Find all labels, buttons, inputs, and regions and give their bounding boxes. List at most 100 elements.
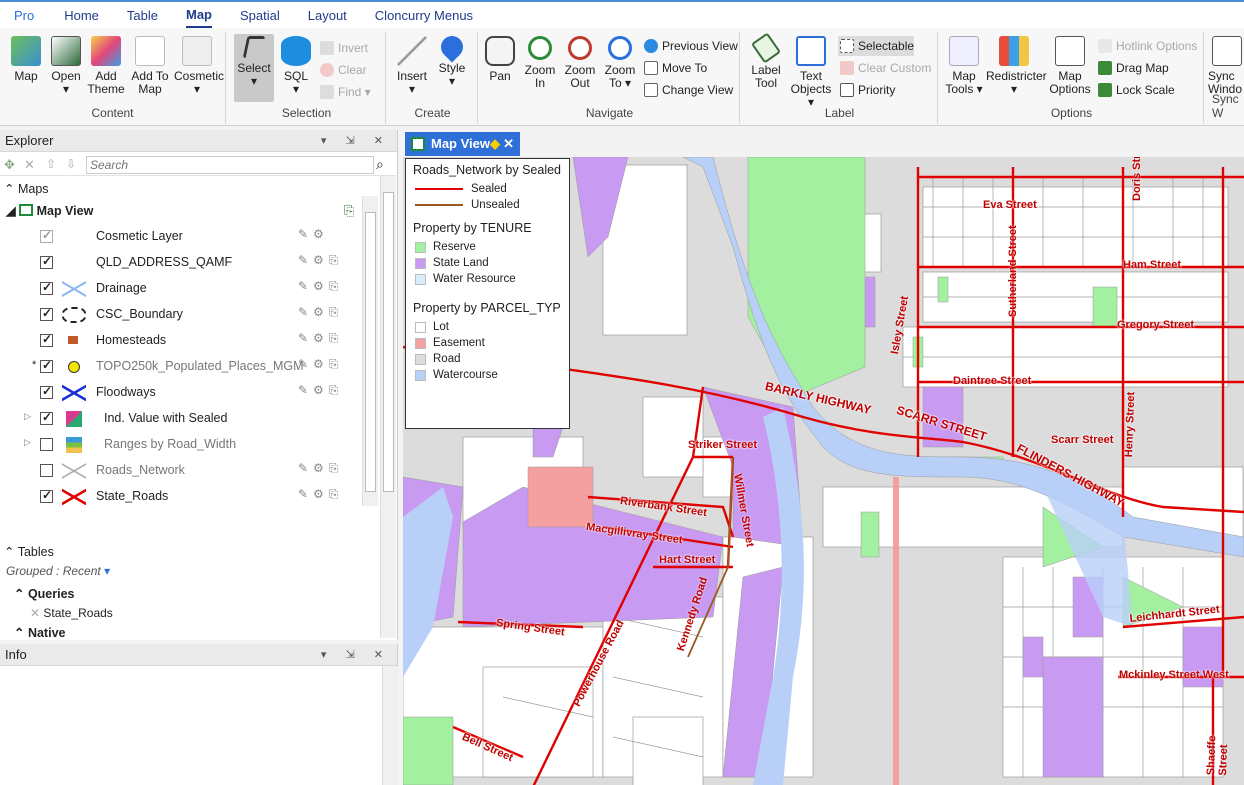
layer-name: State_Roads <box>96 489 169 503</box>
layer-checkbox[interactable] <box>40 358 53 373</box>
tab-map[interactable]: Map <box>186 3 212 28</box>
add-to-map-button[interactable]: Add To Map <box>128 34 172 96</box>
tab-spatial[interactable]: Spatial <box>240 4 280 27</box>
layer-checkbox[interactable] <box>40 332 53 347</box>
layer-row[interactable]: ▷ Ind. Value with Sealed <box>0 406 380 432</box>
layer-row[interactable]: Floodways ✎⚙⎘ <box>0 380 380 406</box>
zoom-in-button[interactable]: Zoom In <box>520 34 560 90</box>
layer-checkbox[interactable] <box>40 384 53 399</box>
open-button[interactable]: Open ▾ <box>46 34 86 96</box>
explorer-scrollbar[interactable] <box>380 176 396 638</box>
explorer-search-input[interactable] <box>86 156 374 174</box>
location-pin-icon <box>436 31 468 63</box>
map-view-tab[interactable]: Map View ◆ ✕ <box>405 132 521 156</box>
map-view-node[interactable]: ◢ Map View <box>6 203 93 218</box>
legend-item: Unsealed <box>413 197 562 213</box>
layer-row[interactable]: Homesteads ✎⚙⎘ <box>0 328 380 354</box>
layer-checkbox[interactable] <box>40 280 53 295</box>
move-up-icon[interactable]: ⇧ <box>46 157 56 171</box>
layer-checkbox[interactable] <box>40 488 53 503</box>
map-button[interactable]: Map <box>6 34 46 83</box>
layer-actions[interactable]: ✎⚙⎘ <box>298 279 343 294</box>
move-to-button[interactable]: Move To <box>642 58 707 78</box>
expand-icon[interactable]: ▷ <box>24 437 31 448</box>
scrollbar-thumb[interactable] <box>365 212 376 492</box>
queries-node[interactable]: ⌃ Queries <box>14 586 75 601</box>
tables-node[interactable]: ⌃ Tables <box>4 544 54 559</box>
layer-actions[interactable]: ✎⚙⎘ <box>298 331 343 346</box>
pan-button[interactable]: Pan <box>480 34 520 83</box>
layer-row[interactable]: CSC_Boundary ✎⚙⎘ <box>0 302 380 328</box>
selectable-icon <box>840 39 854 53</box>
layer-actions[interactable]: ✎⚙⎘ <box>298 253 343 268</box>
style-button[interactable]: Style ▾ <box>432 31 472 88</box>
layer-row[interactable]: Cosmetic Layer ✎⚙ <box>0 224 380 250</box>
layer-row[interactable]: QLD_ADDRESS_QAMF ✎⚙⎘ <box>0 250 380 276</box>
info-scrollbar[interactable] <box>382 666 398 785</box>
map-legend[interactable]: Roads_Network by Sealed Sealed Unsealed … <box>405 158 570 429</box>
lock-scale-toggle[interactable]: Lock Scale <box>1096 80 1175 100</box>
sync-windows-button[interactable]: Sync Windo <box>1208 34 1244 96</box>
hotlink-options-button[interactable]: Hotlink Options <box>1096 36 1197 56</box>
close-icon[interactable]: ✕ <box>503 132 514 156</box>
selectable-toggle[interactable]: Selectable <box>838 36 915 56</box>
tab-table[interactable]: Table <box>127 4 158 27</box>
layer-row[interactable]: Roads_Network ✎⚙⎘ <box>0 458 380 484</box>
clear-custom-button[interactable]: Clear Custom <box>838 58 931 78</box>
layer-checkbox[interactable] <box>40 438 53 451</box>
scrollbar-thumb[interactable] <box>383 192 394 492</box>
remove-icon[interactable]: ✕ <box>24 157 35 173</box>
layer-actions[interactable]: ✎⚙⎘ <box>298 461 343 476</box>
zoom-to-button[interactable]: Zoom To ▾ <box>600 34 640 90</box>
sql-button[interactable]: SQL ▾ <box>276 34 316 96</box>
search-icon[interactable]: ⌕ <box>376 156 384 173</box>
drag-map-toggle[interactable]: Drag Map <box>1096 58 1169 78</box>
layer-actions[interactable]: ✎⚙ <box>298 227 329 241</box>
tab-layout[interactable]: Layout <box>308 4 347 27</box>
text-objects-button[interactable]: Text Objects ▾ <box>788 34 834 109</box>
maps-node[interactable]: ⌃ Maps <box>4 181 49 196</box>
label-icon[interactable]: ⎘ <box>344 203 354 219</box>
layer-checkbox[interactable] <box>40 254 53 269</box>
panel-controls[interactable]: ▾ ⇲ ✕ <box>321 644 391 666</box>
layer-row[interactable]: * TOPO250k_Populated_Places_MGM ✎⚙⎘ <box>0 354 380 380</box>
label-tool-button[interactable]: Label Tool <box>746 32 786 90</box>
tab-cloncurry-menus[interactable]: Cloncurry Menus <box>375 4 473 27</box>
add-icon[interactable]: ✥ <box>4 157 15 173</box>
layer-row[interactable]: State_Roads ✎⚙⎘ <box>0 484 380 510</box>
expand-icon[interactable]: ▷ <box>24 411 31 422</box>
map-options-button[interactable]: Map Options <box>1046 34 1094 96</box>
layer-actions[interactable]: ✎⚙⎘ <box>298 383 343 398</box>
move-down-icon[interactable]: ⇩ <box>66 157 76 171</box>
clear-button[interactable]: Clear <box>318 60 367 80</box>
layer-list-scrollbar[interactable] <box>362 196 378 506</box>
layer-checkbox[interactable] <box>40 464 53 477</box>
layer-checkbox[interactable] <box>40 306 53 321</box>
add-theme-button[interactable]: Add Theme <box>86 34 126 96</box>
panel-controls[interactable]: ▾ ⇲ ✕ <box>321 130 391 152</box>
change-view-button[interactable]: Change View <box>642 80 733 100</box>
layer-row[interactable]: ▷ Ranges by Road_Width <box>0 432 380 458</box>
select-button[interactable]: Select ▾ <box>234 34 274 102</box>
redistricter-button[interactable]: Redistricter ▾ <box>986 34 1047 96</box>
tab-pro[interactable]: Pro <box>14 4 34 27</box>
layer-row[interactable]: Drainage ✎⚙⎘ <box>0 276 380 302</box>
find-button[interactable]: Find ▾ <box>318 82 371 102</box>
query-item[interactable]: ✕ State_Roads <box>30 606 113 620</box>
priority-button[interactable]: Priority <box>838 80 895 100</box>
native-node[interactable]: ⌃ Native <box>14 625 65 640</box>
layer-checkbox[interactable] <box>40 410 53 425</box>
zoom-out-button[interactable]: Zoom Out <box>560 34 600 90</box>
road-cross-icon <box>62 463 86 479</box>
insert-button[interactable]: Insert ▾ <box>392 34 432 96</box>
layer-actions[interactable]: ✎⚙⎘ <box>298 305 343 320</box>
layer-checkbox[interactable] <box>40 228 53 243</box>
map-tools-button[interactable]: Map Tools ▾ <box>942 34 986 96</box>
layer-actions[interactable]: ✎⚙⎘ <box>298 487 343 502</box>
cosmetic-button[interactable]: Cosmetic ▾ <box>174 34 224 96</box>
layer-actions[interactable]: ✎⚙⎘ <box>298 357 343 372</box>
invert-button[interactable]: Invert <box>318 38 368 58</box>
grouped-selector[interactable]: Grouped : Recent ▾ <box>6 564 110 578</box>
tab-home[interactable]: Home <box>64 4 99 27</box>
previous-view-button[interactable]: Previous View <box>642 36 738 56</box>
